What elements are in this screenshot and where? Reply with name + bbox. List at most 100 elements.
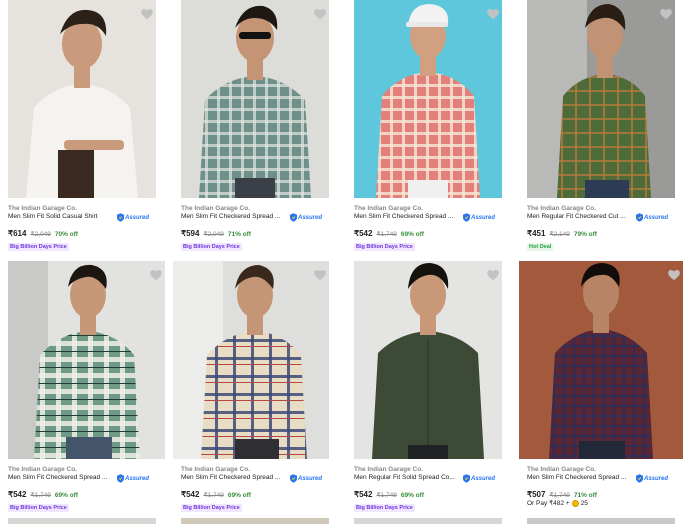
selling-price: ₹451 (527, 229, 546, 238)
wishlist-heart-icon[interactable] (486, 7, 500, 21)
product-image[interactable] (181, 0, 329, 198)
pay-option-coins: 25 (580, 499, 588, 507)
product-image[interactable] (173, 261, 329, 459)
product-card[interactable]: The Indian Garage Co. Men Slim Fit Check… (0, 261, 165, 519)
wishlist-heart-icon[interactable] (140, 7, 154, 21)
assured-shield-icon (636, 213, 643, 222)
selling-price: ₹542 (354, 490, 373, 499)
price-row: ₹542 ₹1,749 69% off (354, 229, 424, 238)
product-brand: The Indian Garage Co. (527, 205, 596, 212)
assured-label: Assured (125, 214, 150, 221)
assured-label: Assured (644, 214, 669, 221)
assured-badge: Assured (636, 474, 668, 483)
wishlist-heart-icon[interactable] (313, 268, 327, 282)
selling-price: ₹542 (8, 490, 27, 499)
offer-tag: Big Billion Days Price (8, 243, 69, 251)
assured-shield-icon (463, 213, 470, 222)
offer-tag: Big Billion Days Price (354, 243, 415, 251)
discount-percent: 79% off (573, 231, 597, 238)
assured-shield-icon (290, 474, 297, 483)
wishlist-heart-icon[interactable] (313, 7, 327, 21)
assured-badge: Assured (290, 213, 322, 222)
offer-tag: Big Billion Days Price (181, 243, 242, 251)
product-image[interactable] (354, 261, 502, 459)
next-row-image-peek[interactable] (181, 518, 329, 524)
original-price: ₹2,049 (203, 231, 224, 238)
price-row: ₹594 ₹2,049 71% off (181, 229, 251, 238)
original-price: ₹1,749 (376, 231, 397, 238)
assured-badge: Assured (463, 474, 495, 483)
product-title[interactable]: Men Slim Fit Checkered Spread ... (8, 474, 107, 481)
assured-shield-icon (463, 474, 470, 483)
original-price: ₹2,149 (549, 231, 570, 238)
product-title[interactable]: Men Slim Fit Checkered Spread ... (181, 213, 280, 220)
assured-label: Assured (125, 475, 150, 482)
wishlist-heart-icon[interactable] (667, 268, 681, 282)
product-card[interactable]: The Indian Garage Co. Men Slim Fit Check… (519, 261, 683, 519)
price-row: ₹542 ₹1,749 69% off (181, 490, 251, 499)
pay-with-coins-option: Or Pay ₹482 + 25 (527, 499, 588, 507)
product-card[interactable]: The Indian Garage Co. Men Regular Fit So… (346, 261, 511, 519)
product-brand: The Indian Garage Co. (181, 466, 250, 473)
product-title[interactable]: Men Regular Fit Solid Spread Co... (354, 474, 455, 481)
assured-shield-icon (117, 474, 124, 483)
selling-price: ₹594 (181, 229, 200, 238)
assured-label: Assured (471, 475, 496, 482)
wishlist-heart-icon[interactable] (659, 7, 673, 21)
original-price: ₹1,749 (376, 492, 397, 499)
product-image[interactable] (354, 0, 502, 198)
assured-badge: Assured (290, 474, 322, 483)
product-card[interactable]: The Indian Garage Co. Men Slim Fit Check… (173, 0, 338, 258)
product-brand: The Indian Garage Co. (527, 466, 596, 473)
discount-percent: 71% off (573, 492, 597, 499)
product-image[interactable] (8, 0, 156, 198)
assured-shield-icon (117, 213, 124, 222)
price-row: ₹542 ₹1,749 69% off (8, 490, 78, 499)
assured-shield-icon (636, 474, 643, 483)
assured-label: Assured (471, 214, 496, 221)
product-image[interactable] (519, 261, 683, 459)
offer-tag: Big Billion Days Price (8, 504, 69, 512)
pay-option-text: Or Pay ₹482 + (527, 500, 570, 507)
original-price: ₹1,749 (549, 492, 570, 499)
price-row: ₹507 ₹1,749 71% off (527, 490, 597, 499)
product-card[interactable]: The Indian Garage Co. Men Regular Fit Ch… (519, 0, 683, 258)
product-image[interactable] (8, 261, 165, 459)
selling-price: ₹614 (8, 229, 27, 238)
wishlist-heart-icon[interactable] (149, 268, 163, 282)
original-price: ₹1,749 (203, 492, 224, 499)
product-title[interactable]: Men Regular Fit Checkered Cut ... (527, 213, 626, 220)
product-card[interactable]: The Indian Garage Co. Men Slim Fit Check… (173, 261, 338, 519)
product-card[interactable]: The Indian Garage Co. Men Slim Fit Check… (346, 0, 511, 258)
product-title[interactable]: Men Slim Fit Solid Casual Shirt (8, 213, 98, 220)
original-price: ₹2,049 (30, 231, 51, 238)
product-brand: The Indian Garage Co. (354, 466, 423, 473)
assured-badge: Assured (117, 213, 149, 222)
next-row-image-peek[interactable] (527, 518, 675, 524)
product-brand: The Indian Garage Co. (8, 205, 77, 212)
product-image[interactable] (527, 0, 675, 198)
wishlist-heart-icon[interactable] (486, 268, 500, 282)
selling-price: ₹542 (181, 490, 200, 499)
price-row: ₹451 ₹2,149 79% off (527, 229, 597, 238)
discount-percent: 70% off (54, 231, 78, 238)
product-title[interactable]: Men Slim Fit Checkered Spread ... (527, 474, 626, 481)
selling-price: ₹542 (354, 229, 373, 238)
offer-tag: Big Billion Days Price (354, 504, 415, 512)
price-row: ₹542 ₹1,749 69% off (354, 490, 424, 499)
assured-label: Assured (298, 475, 323, 482)
assured-badge: Assured (636, 213, 668, 222)
next-row-image-peek[interactable] (354, 518, 502, 524)
product-brand: The Indian Garage Co. (8, 466, 77, 473)
assured-badge: Assured (463, 213, 495, 222)
next-row-image-peek[interactable] (8, 518, 156, 524)
product-title[interactable]: Men Slim Fit Checkered Spread ... (181, 474, 280, 481)
discount-percent: 69% off (400, 231, 424, 238)
product-title[interactable]: Men Slim Fit Checkered Spread ... (354, 213, 453, 220)
discount-percent: 69% off (54, 492, 78, 499)
assured-label: Assured (644, 475, 669, 482)
product-card[interactable]: The Indian Garage Co. Men Slim Fit Solid… (0, 0, 165, 258)
offer-tag: Big Billion Days Price (181, 504, 242, 512)
original-price: ₹1,749 (30, 492, 51, 499)
product-brand: The Indian Garage Co. (181, 205, 250, 212)
